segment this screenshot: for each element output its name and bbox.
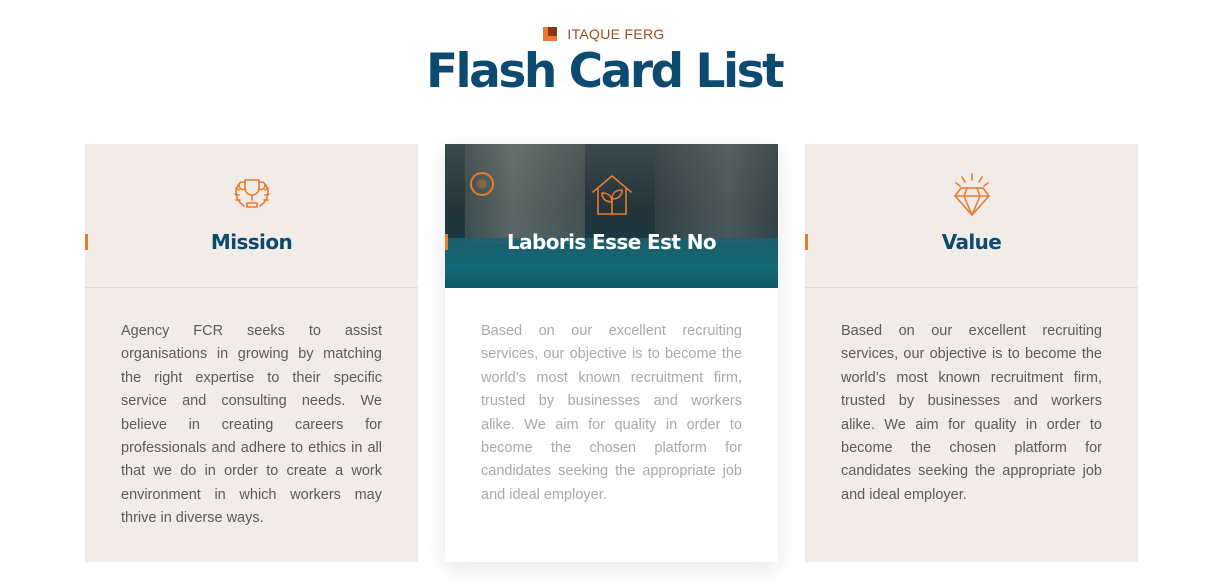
flash-card-featured[interactable]: Laboris Esse Est No Based on our excelle… [445, 144, 778, 562]
flash-card-value[interactable]: Value Based on our excellent recruiting … [805, 144, 1138, 562]
card-header: Mission [85, 144, 418, 288]
card-body: Based on our excellent recruiting servic… [481, 323, 742, 503]
brand-mark-icon [543, 27, 558, 41]
flash-card-mission[interactable]: Mission Agency FCR seeks to assist organ… [85, 144, 418, 562]
card-title: Laboris Esse Est No [506, 230, 717, 254]
diamond-icon [947, 170, 997, 220]
card-body: Based on our excellent recruiting servic… [841, 323, 1102, 503]
house-plant-icon [587, 170, 637, 220]
card-body: Agency FCR seeks to assist organisations… [121, 323, 382, 527]
trophy-icon [227, 170, 277, 220]
background-image [655, 144, 778, 244]
card-title: Value [941, 230, 1002, 254]
page-title: Flash Card List [425, 44, 785, 99]
card-header: Laboris Esse Est No [445, 144, 778, 288]
card-title: Mission [210, 230, 293, 254]
section-eyebrow: ITAQUE FERG [0, 26, 1208, 42]
card-header: Value [805, 144, 1138, 288]
eyebrow-label: ITAQUE FERG [567, 26, 665, 42]
circle-icon [470, 172, 494, 196]
